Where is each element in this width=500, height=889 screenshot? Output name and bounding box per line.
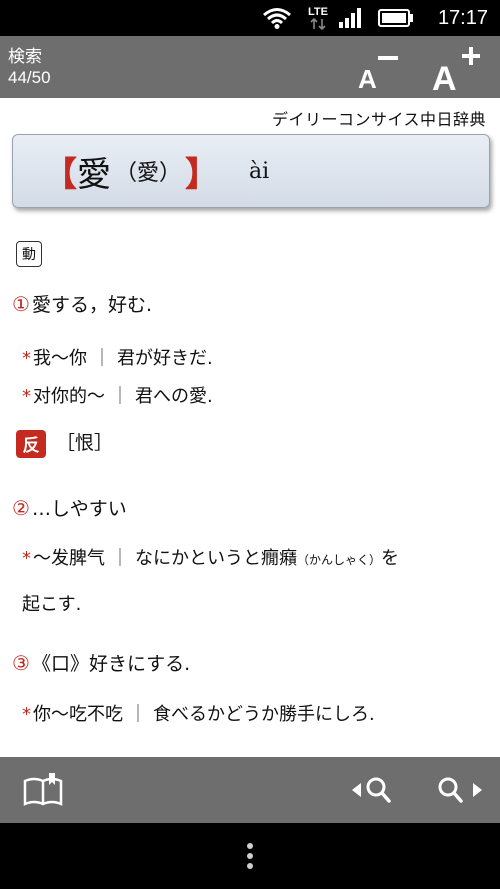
example-1-1: * 我～你 ｜ 君が好きだ. <box>22 344 213 370</box>
network-type-label: LTE <box>308 5 328 18</box>
sense-3: ③ 《口》好きにする. <box>12 649 190 676</box>
system-nav-bar <box>0 823 500 889</box>
example-2-1-cont: 起こす. <box>22 590 81 616</box>
part-of-speech-badge: 動 <box>16 241 42 267</box>
svg-text:A: A <box>432 60 457 94</box>
search-prev-icon <box>352 777 391 803</box>
headword: 愛 <box>77 154 111 195</box>
antonym-line: 反 ［恨］ <box>16 428 113 458</box>
example-star: * <box>22 704 31 725</box>
sense-definition: …しやすい <box>31 498 127 520</box>
menu-dots-icon[interactable] <box>246 843 254 871</box>
wifi-icon <box>262 0 292 36</box>
sense-number: ② <box>12 496 30 520</box>
antonym-link[interactable]: ［恨］ <box>56 432 113 454</box>
font-larger-button[interactable]: A <box>430 44 482 98</box>
sense-definition: 《口》好きにする. <box>31 653 191 675</box>
example-2-1: * ～发脾气 ｜ なにかというと癇癪（かんしゃく）を <box>22 544 399 570</box>
antonym-badge: 反 <box>16 429 46 458</box>
headword-line: 【 愛 （愛） 】 ài <box>43 145 269 197</box>
example-star: * <box>22 548 31 569</box>
search-previous-button[interactable] <box>350 773 400 807</box>
status-bar: LTE 17:17 <box>0 0 500 36</box>
example-japanese: なにかというと癇癪 <box>135 548 297 569</box>
battery-icon <box>378 0 414 36</box>
search-header: 検索 44/50 A A <box>0 36 500 98</box>
example-star: * <box>22 348 31 369</box>
search-next-button[interactable] <box>434 773 484 807</box>
example-separator: ｜ <box>93 348 111 369</box>
signal-icon <box>338 0 364 36</box>
headword-pinyin: ài <box>249 158 270 184</box>
sense-definition: 愛する，好む. <box>31 294 152 316</box>
example-1-2: * 对你的～ ｜ 君への愛. <box>22 382 213 408</box>
example-chinese: 对你的～ <box>33 386 105 407</box>
headword-traditional: （愛） <box>115 161 182 186</box>
search-next-icon <box>438 777 482 803</box>
example-chinese: 你～吃不吃 <box>33 704 123 725</box>
example-chinese: ～发脾气 <box>33 548 105 569</box>
lte-icon: LTE <box>308 0 328 36</box>
example-japanese: 君が好きだ. <box>117 348 213 369</box>
example-3-1: * 你～吃不吃 ｜ 食べるかどうか勝手にしろ. <box>22 700 375 726</box>
example-japanese: 食べるかどうか勝手にしろ. <box>153 704 375 725</box>
dictionary-entry: デイリーコンサイス中日辞典 【 愛 （愛） 】 ài 動 ① 愛する，好む. * 我… <box>0 98 500 757</box>
dictionary-name: デイリーコンサイス中日辞典 <box>271 110 486 129</box>
headword-bracket-open: 【 <box>43 154 77 195</box>
example-reading: （かんしゃく） <box>297 553 382 567</box>
example-japanese-continued: 起こす. <box>22 594 82 615</box>
font-smaller-button[interactable]: A <box>356 46 402 94</box>
book-icon <box>23 773 63 806</box>
headword-bracket-close: 】 <box>185 154 220 195</box>
example-japanese-tail: を <box>381 548 400 569</box>
example-separator: ｜ <box>111 548 129 569</box>
sense-number: ① <box>12 292 30 316</box>
bottom-toolbar <box>0 757 500 823</box>
header-title: 検索 <box>8 47 42 67</box>
example-star: * <box>22 386 31 407</box>
svg-text:A: A <box>358 64 377 92</box>
clock: 17:17 <box>437 6 488 29</box>
example-separator: ｜ <box>111 386 129 407</box>
example-japanese: 君への愛. <box>135 386 213 407</box>
sense-2: ② …しやすい <box>12 494 127 521</box>
font-decrease-icon: A <box>358 56 398 94</box>
result-counter: 44/50 <box>8 68 51 87</box>
example-chinese: 我～你 <box>33 348 87 369</box>
sense-1: ① 愛する，好む. <box>12 290 152 317</box>
sense-number: ③ <box>12 651 30 675</box>
app-screen: LTE 17:17 検索 44/50 A A デイリーコンサイス中日辞典 【 愛… <box>0 0 500 889</box>
font-increase-icon: A <box>432 47 480 98</box>
bookmark-button[interactable] <box>22 771 64 809</box>
headword-box: 【 愛 （愛） 】 ài <box>12 134 490 208</box>
example-separator: ｜ <box>129 704 147 725</box>
